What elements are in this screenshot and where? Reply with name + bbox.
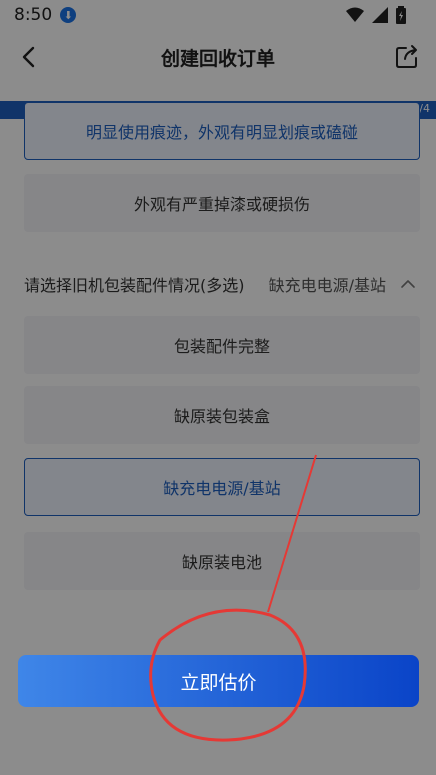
option-label: 缺原装包装盒	[173, 407, 270, 426]
chevron-left-icon[interactable]	[16, 44, 42, 70]
battery-icon	[396, 6, 406, 24]
option-appearance-visible-wear[interactable]: 明显使用痕迹，外观有明显划痕或磕碰	[24, 102, 420, 160]
option-missing-battery[interactable]: 缺原装电池	[24, 532, 420, 590]
option-label: 包装配件完整	[173, 337, 270, 356]
page-title: 创建回收订单	[160, 47, 275, 70]
section-title: 请选择旧机包装配件情况(多选)	[24, 276, 245, 295]
download-icon: ⬇	[60, 7, 77, 23]
option-label: 缺充电电源/基站	[163, 479, 281, 498]
option-missing-box[interactable]: 缺原装包装盒	[24, 386, 420, 444]
app-header: 创建回收订单	[0, 34, 436, 80]
estimate-price-button[interactable]: 立即估价	[18, 655, 419, 707]
section-selected-value: 缺充电电源/基站	[268, 276, 386, 295]
option-missing-charger[interactable]: 缺充电电源/基站	[24, 458, 420, 516]
status-time: 8:50	[14, 5, 53, 25]
status-bar: 8:50 ⬇	[0, 0, 436, 30]
status-icons	[346, 6, 406, 24]
option-label: 缺原装电池	[181, 553, 262, 572]
option-appearance-severe-damage[interactable]: 外观有严重掉漆或硬损伤	[24, 174, 420, 232]
wifi-icon	[346, 7, 364, 22]
option-packaging-complete[interactable]: 包装配件完整	[24, 316, 420, 374]
share-icon[interactable]	[394, 44, 420, 70]
signal-icon	[372, 7, 388, 23]
chevron-up-icon[interactable]	[400, 276, 416, 292]
option-label: 明显使用痕迹，外观有明显划痕或磕碰	[85, 123, 358, 142]
option-label: 外观有严重掉漆或硬损伤	[133, 195, 310, 214]
packaging-section-header[interactable]: 请选择旧机包装配件情况(多选) 缺充电电源/基站	[24, 266, 420, 302]
